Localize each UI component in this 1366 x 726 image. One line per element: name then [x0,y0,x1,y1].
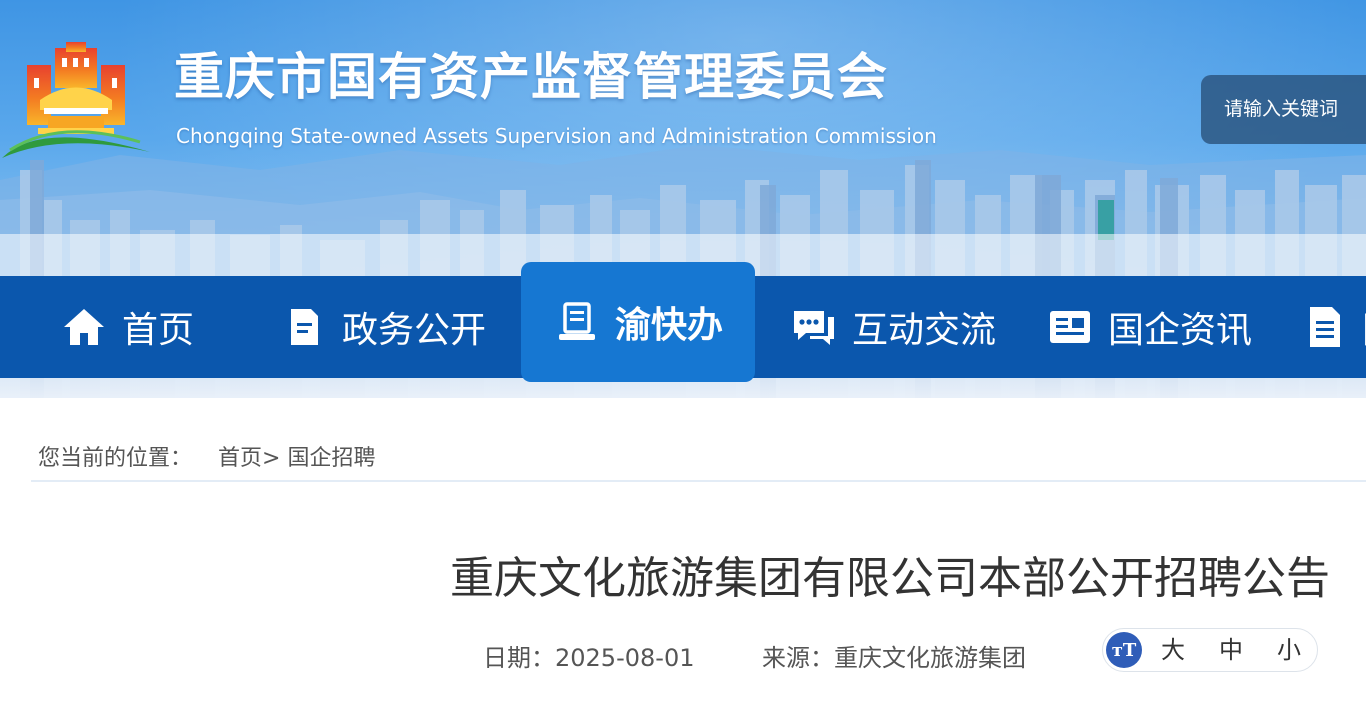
nav-label: 渝快办 [614,305,723,346]
nav-label: 国 [1362,301,1366,353]
nav-item-home[interactable]: 首页 [60,276,194,378]
nav-label: 首页 [122,310,195,351]
news-card-icon [1050,311,1090,343]
search-placeholder: 请输入关键词 [1224,98,1339,120]
breadcrumb-divider [31,480,1366,482]
breadcrumb: 您当前的位置： 首页> 国企招聘 [38,440,375,472]
font-size-small-button[interactable]: 小 [1277,637,1301,664]
source-value: 重庆文化旅游集团 [834,644,1026,672]
search-input[interactable]: 请输入关键词 [1201,75,1366,144]
breadcrumb-home-link[interactable]: 首页 [218,446,262,471]
article-source: 来源：重庆文化旅游集团 [762,638,1026,673]
nav-label: 政务公开 [342,310,487,351]
nav-label: 互动交流 [852,310,997,351]
service-desk-icon [558,302,595,340]
nav-item-soe-news[interactable]: 国企资讯 [1046,276,1252,378]
font-size-medium-button[interactable]: 中 [1219,637,1243,664]
article-title: 重庆文化旅游集团有限公司本部公开招聘公告 [450,553,1330,604]
article-date: 日期：2025-08-01 [483,638,694,673]
home-icon [64,309,104,345]
main-nav: 首页 政务公开 渝快办 互动交流 国企资讯 [0,262,1366,382]
site-subtitle: Chongqing State-owned Assets Supervision… [176,124,937,148]
chat-icon [794,311,834,345]
font-size-switcher: тT 大 中 小 [1102,628,1318,672]
file-list-icon [1310,307,1340,347]
nav-item-yukuaiban[interactable]: 渝快办 [521,262,755,382]
date-label: 日期： [483,644,555,672]
breadcrumb-current[interactable]: 国企招聘 [287,446,375,471]
breadcrumb-prefix: 您当前的位置： [38,446,193,471]
source-label: 来源： [762,644,834,672]
sasac-logo [2,42,150,158]
nav-label: 国企资讯 [1108,310,1253,351]
font-size-icon: тT [1106,632,1142,668]
site-title: 重庆市国有资产监督管理委员会 [174,48,888,106]
nav-item-government-affairs[interactable]: 政务公开 [280,276,486,378]
nav-item-interaction[interactable]: 互动交流 [790,276,996,378]
breadcrumb-separator: > [262,446,281,471]
document-icon [291,309,318,345]
nav-item-more[interactable]: 国 [1300,276,1366,378]
date-value: 2025-08-01 [555,644,695,672]
font-size-large-button[interactable]: 大 [1161,637,1185,664]
